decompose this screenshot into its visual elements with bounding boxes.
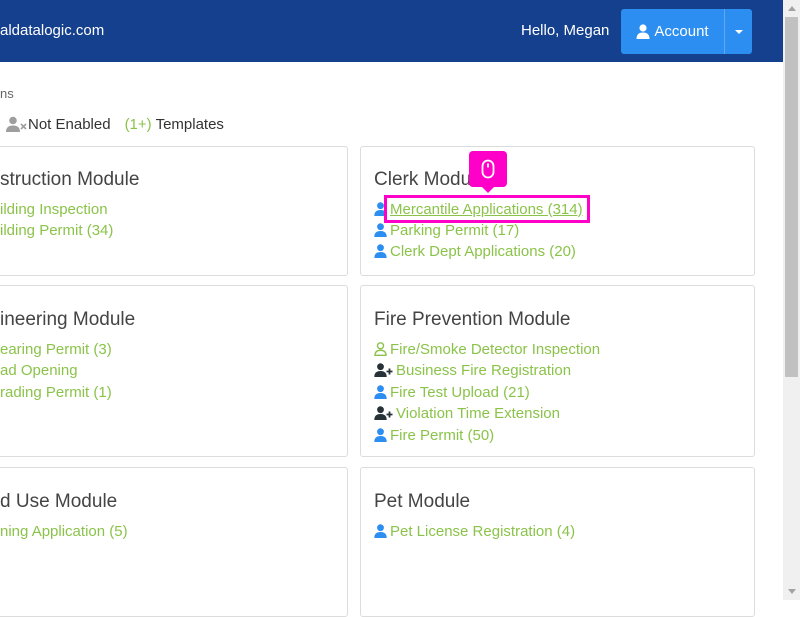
mouse-icon	[481, 159, 495, 179]
module-link-label: Fire Permit (50)	[390, 426, 495, 444]
module-link[interactable]: Fire/Smoke Detector Inspection	[374, 339, 600, 359]
templates-count: (1+)	[124, 115, 152, 133]
mouse-click-badge	[469, 151, 507, 193]
not-enabled-label: Not Enabled	[28, 115, 111, 133]
site-name[interactable]: aldatalogic.com	[0, 22, 104, 39]
module-link[interactable]: earing Permit (3)	[0, 339, 112, 359]
module-link[interactable]: ilding Inspection	[0, 199, 108, 219]
module-link[interactable]: ad Opening	[0, 360, 78, 380]
module-link[interactable]: ilding Permit (34)	[0, 220, 113, 240]
module-link-label: Fire/Smoke Detector Inspection	[390, 340, 601, 358]
engineering-module-title: ineering Module	[0, 309, 136, 330]
module-link-label: ad Opening	[0, 361, 78, 379]
module-link[interactable]: Clerk Dept Applications (20)	[374, 241, 576, 261]
module-link[interactable]: ning Application (5)	[0, 521, 128, 541]
greeting: Hello, Megan	[521, 22, 610, 39]
user-icon	[636, 24, 650, 39]
truncated-label: ns	[0, 86, 14, 101]
templates-label: Templates	[155, 115, 224, 133]
legend-bar: Not Enabled (1+) Templates	[6, 114, 224, 134]
user-plus-icon	[374, 406, 393, 420]
module-link[interactable]: Parking Permit (17)	[374, 220, 519, 240]
user-icon	[374, 524, 387, 538]
land-use-module-title: d Use Module	[0, 491, 118, 512]
vertical-scrollbar[interactable]	[783, 0, 800, 600]
module-link[interactable]: rading Permit (1)	[0, 382, 112, 402]
user-times-icon	[6, 116, 27, 132]
pet-module-card	[360, 467, 755, 617]
scroll-up-icon	[787, 6, 796, 11]
caret-down-icon	[734, 29, 743, 34]
scroll-up-arrow[interactable]	[783, 0, 800, 17]
account-button-group[interactable]: Account	[621, 9, 752, 54]
module-link-label: Pet License Registration (4)	[390, 522, 576, 540]
module-link-label: Violation Time Extension	[396, 404, 560, 422]
user-icon	[374, 428, 387, 442]
user-icon	[374, 385, 387, 399]
land-use-module-card	[0, 467, 348, 617]
user-outline-icon	[374, 342, 387, 356]
module-link-label: ilding Inspection	[0, 200, 108, 218]
user-icon	[374, 244, 387, 258]
pet-module-title: Pet Module	[374, 491, 471, 512]
account-dropdown-toggle[interactable]	[725, 9, 752, 54]
module-link-label: Business Fire Registration	[396, 361, 572, 379]
fire-prevention-module-title: Fire Prevention Module	[374, 309, 571, 330]
module-link[interactable]: Fire Permit (50)	[374, 425, 494, 445]
module-link-label: earing Permit (3)	[0, 340, 112, 358]
module-link-label: ning Application (5)	[0, 522, 128, 540]
module-link[interactable]: Business Fire Registration	[374, 360, 571, 380]
scroll-down-arrow[interactable]	[783, 583, 800, 600]
module-link-label: Parking Permit (17)	[390, 221, 520, 239]
click-target-highlight	[384, 195, 590, 223]
account-button[interactable]: Account	[621, 9, 724, 54]
top-header: aldatalogic.com Hello, Megan Account	[0, 0, 783, 62]
templates-legend: (1+) Templates	[125, 116, 224, 133]
module-link[interactable]: Fire Test Upload (21)	[374, 382, 530, 402]
module-link-label: Clerk Dept Applications (20)	[390, 242, 576, 260]
module-link[interactable]: Pet License Registration (4)	[374, 521, 575, 541]
module-link-label: Fire Test Upload (21)	[390, 383, 530, 401]
module-link-label: ilding Permit (34)	[0, 221, 114, 239]
user-plus-icon	[374, 363, 393, 377]
scroll-down-icon	[787, 589, 796, 594]
account-label: Account	[654, 23, 709, 40]
module-link[interactable]: Violation Time Extension	[374, 403, 560, 423]
user-icon	[374, 223, 387, 237]
construction-module-title: struction Module	[0, 169, 140, 190]
scroll-thumb[interactable]	[785, 17, 798, 377]
module-link-label: rading Permit (1)	[0, 383, 112, 401]
